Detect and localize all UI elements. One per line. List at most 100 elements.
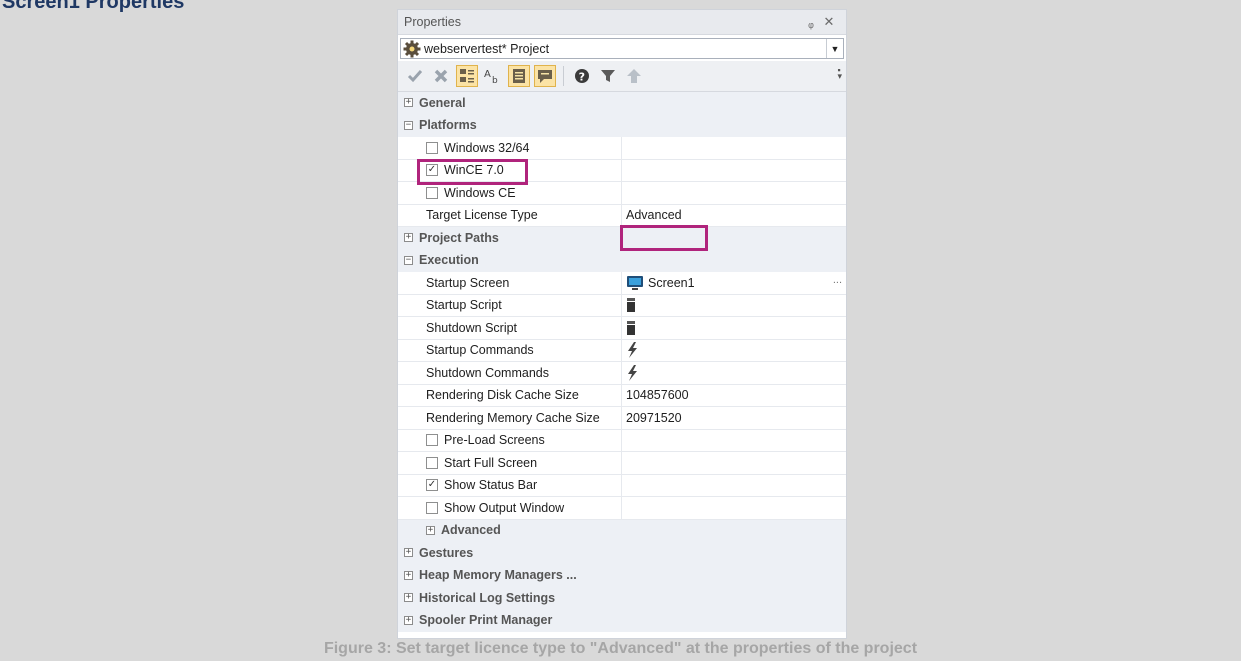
gear-icon	[403, 40, 421, 57]
checkbox-windows-32-64[interactable]	[426, 141, 438, 154]
expand-icon[interactable]: +	[426, 525, 435, 535]
checkbox-windows-ce[interactable]	[426, 186, 438, 199]
ellipsis-button[interactable]: ...	[833, 274, 842, 286]
property-label: Pre-Load Screens	[444, 433, 545, 448]
category-project-paths[interactable]: + Project Paths	[398, 227, 846, 250]
script-icon[interactable]	[626, 297, 636, 313]
property-row[interactable]: Windows CE	[398, 182, 846, 205]
collapse-icon[interactable]: −	[404, 255, 413, 265]
monitor-icon	[627, 275, 643, 290]
property-label: Rendering Memory Cache Size	[426, 410, 600, 425]
panel-titlebar: Properties ᵩ ✕	[398, 10, 846, 35]
checkbox-show-status-bar[interactable]: ✓	[426, 479, 438, 492]
object-selector[interactable]: webservertest* Project ▼	[400, 38, 844, 59]
property-label: Target License Type	[426, 208, 538, 223]
panel-title: Properties	[404, 15, 461, 29]
category-label: Spooler Print Manager	[419, 613, 553, 628]
cancel-icon[interactable]	[430, 65, 452, 87]
category-label: Execution	[419, 253, 479, 268]
property-row[interactable]: Show Output Window	[398, 497, 846, 520]
panel-toolbar: A b ? ▪ ▾	[398, 61, 846, 92]
property-row[interactable]: Startup Screen Screen1 ...	[398, 272, 846, 295]
toolbar-overflow-icon[interactable]: ▪ ▾	[837, 66, 842, 81]
svg-text:?: ?	[579, 71, 585, 84]
property-grid: + General − Platforms Windows 32/64 ✓ Wi…	[398, 92, 846, 632]
help-icon[interactable]: ?	[571, 65, 593, 87]
property-row[interactable]: Target License Type Advanced	[398, 204, 846, 227]
property-row[interactable]: Rendering Disk Cache Size 104857600	[398, 384, 846, 407]
expand-icon[interactable]: +	[404, 98, 413, 108]
pin-icon[interactable]: ᵩ	[802, 15, 820, 30]
property-label: Windows CE	[444, 185, 516, 200]
subcategory-advanced[interactable]: + Advanced	[398, 519, 846, 542]
property-label: Shutdown Commands	[426, 365, 549, 380]
apply-icon[interactable]	[404, 65, 426, 87]
category-label: Gestures	[419, 545, 474, 560]
properties-icon[interactable]	[508, 65, 530, 87]
property-label: Rendering Disk Cache Size	[426, 388, 579, 403]
expand-icon[interactable]: +	[404, 615, 413, 625]
category-heap-memory-managers[interactable]: + Heap Memory Managers ...	[398, 564, 846, 587]
category-label: Project Paths	[419, 230, 499, 245]
page-heading: Screen1 Properties	[2, 0, 185, 13]
property-row[interactable]: Start Full Screen	[398, 452, 846, 475]
property-label: Show Status Bar	[444, 478, 538, 493]
property-row[interactable]: Pre-Load Screens	[398, 429, 846, 452]
property-label: Start Full Screen	[444, 455, 538, 470]
category-execution[interactable]: − Execution	[398, 249, 846, 272]
toolbar-separator	[563, 66, 564, 86]
property-label: Shutdown Script	[426, 320, 518, 335]
svg-text:b: b	[492, 76, 498, 84]
expand-icon[interactable]: +	[404, 570, 413, 580]
target-license-value[interactable]: Advanced	[626, 208, 682, 222]
chevron-down-icon[interactable]: ▼	[826, 39, 843, 58]
properties-panel: Properties ᵩ ✕ webservertest* Project ▼	[397, 9, 847, 639]
close-icon[interactable]: ✕	[820, 14, 838, 30]
property-row[interactable]: Windows 32/64	[398, 137, 846, 160]
script-icon[interactable]	[626, 320, 636, 336]
expand-icon[interactable]: +	[404, 593, 413, 603]
category-label: Heap Memory Managers ...	[419, 568, 577, 583]
category-general[interactable]: + General	[398, 92, 846, 115]
category-gestures[interactable]: + Gestures	[398, 542, 846, 565]
checkbox-show-output-window[interactable]	[426, 501, 438, 514]
property-label: Startup Screen	[426, 275, 510, 290]
property-row[interactable]: Shutdown Commands	[398, 362, 846, 385]
property-row[interactable]: Startup Commands	[398, 339, 846, 362]
property-row[interactable]: ✓ Show Status Bar	[398, 474, 846, 497]
lightning-icon[interactable]	[626, 364, 638, 381]
checkbox-wince-7-0[interactable]: ✓	[426, 164, 438, 177]
category-label: Advanced	[441, 523, 501, 538]
property-label: Startup Script	[426, 298, 502, 313]
property-row[interactable]: Shutdown Script	[398, 317, 846, 340]
figure-caption: Figure 3: Set target licence type to "Ad…	[323, 640, 918, 657]
category-historical-log-settings[interactable]: + Historical Log Settings	[398, 587, 846, 610]
property-value[interactable]: 20971520	[626, 411, 682, 425]
property-row[interactable]: ✓ WinCE 7.0	[398, 159, 846, 182]
property-value[interactable]: 104857600	[626, 388, 689, 402]
startup-screen-value[interactable]: Screen1	[648, 276, 695, 290]
expand-icon[interactable]: +	[404, 233, 413, 243]
up-icon[interactable]	[623, 65, 645, 87]
property-label: Show Output Window	[444, 500, 565, 515]
expand-icon[interactable]: +	[404, 548, 413, 558]
categorized-icon[interactable]	[456, 65, 478, 87]
alphabetical-icon[interactable]: A b	[482, 65, 504, 87]
collapse-icon[interactable]: −	[404, 120, 413, 130]
property-row[interactable]: Startup Script	[398, 294, 846, 317]
property-label: Windows 32/64	[444, 140, 530, 155]
category-label: Platforms	[419, 118, 477, 133]
object-selector-value: webservertest* Project	[424, 41, 550, 56]
category-platforms[interactable]: − Platforms	[398, 114, 846, 137]
property-label: WinCE 7.0	[444, 163, 504, 178]
checkbox-start-full-screen[interactable]	[426, 456, 438, 469]
property-row[interactable]: Rendering Memory Cache Size 20971520	[398, 407, 846, 430]
events-icon[interactable]	[534, 65, 556, 87]
category-label: General	[419, 95, 466, 110]
category-label: Historical Log Settings	[419, 590, 556, 605]
lightning-icon[interactable]	[626, 342, 638, 359]
svg-text:A: A	[484, 69, 491, 80]
checkbox-pre-load-screens[interactable]	[426, 434, 438, 447]
category-spooler-print-manager[interactable]: + Spooler Print Manager	[398, 609, 846, 632]
filter-icon[interactable]	[597, 65, 619, 87]
